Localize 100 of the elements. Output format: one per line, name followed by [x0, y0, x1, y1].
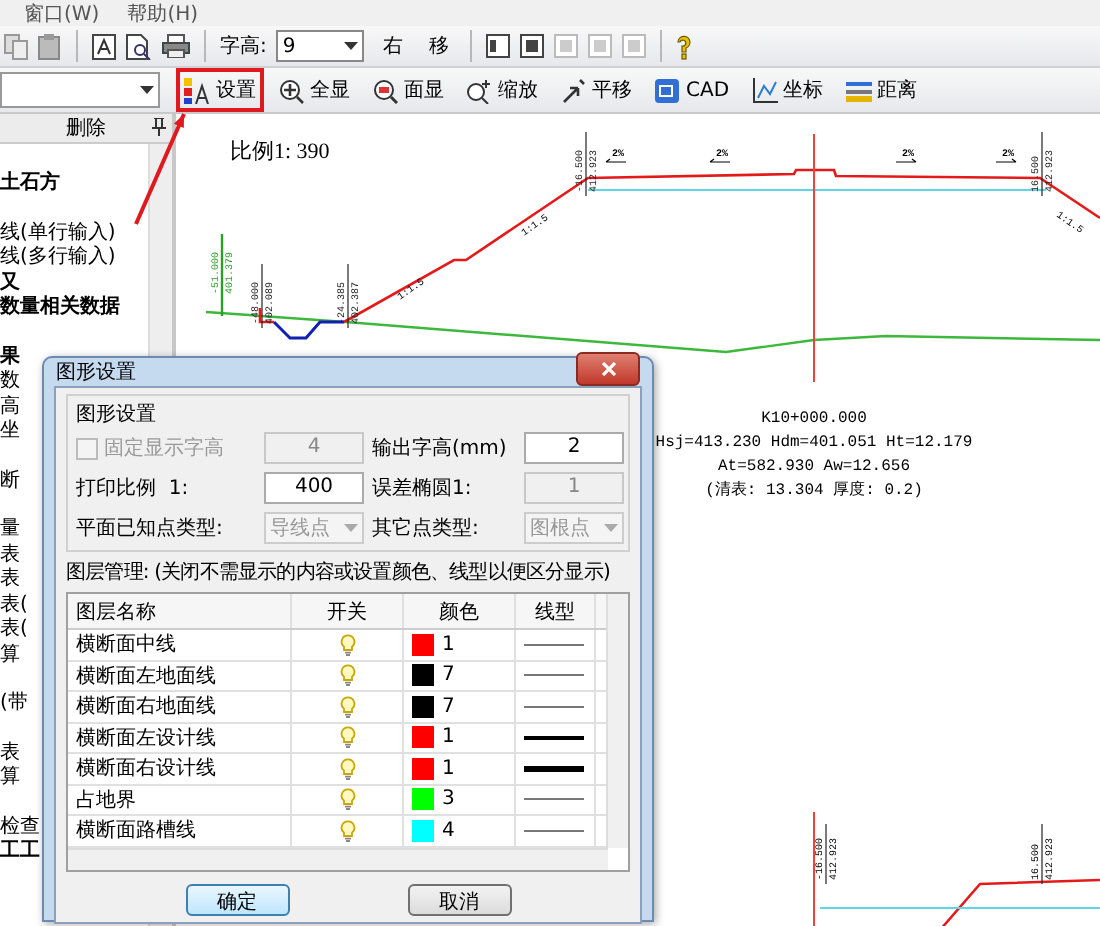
- checkbox-label: 固定显示字高: [104, 435, 224, 462]
- tree-item[interactable]: 高: [0, 395, 20, 420]
- font-height-combo[interactable]: 9: [276, 30, 365, 62]
- copy-icon[interactable]: [4, 33, 28, 59]
- dialog-button[interactable]: 确定: [185, 884, 289, 916]
- dropdown-caret-icon: [604, 524, 618, 532]
- scrollbar[interactable]: [68, 848, 608, 870]
- magnifier-plus-icon: [278, 77, 304, 103]
- toolbar-button[interactable]: 面显: [364, 68, 452, 112]
- field-label: 其它点类型:: [372, 515, 481, 542]
- close-button[interactable]: [576, 352, 640, 386]
- document-icon[interactable]: [92, 33, 116, 59]
- tree-item[interactable]: 表: [0, 568, 20, 593]
- lightbulb-icon[interactable]: [339, 695, 355, 718]
- square-icon: [654, 77, 680, 103]
- close-icon: [601, 362, 615, 376]
- color-index: 1: [442, 757, 455, 780]
- station-tick: [1041, 823, 1043, 885]
- table-cell: 横断面右设计线: [68, 754, 292, 783]
- tree-item[interactable]: 算: [0, 766, 20, 791]
- field-label: 输出字高(mm): [372, 435, 509, 462]
- menu-item[interactable]: 帮助(H): [127, 6, 199, 26]
- table-cell: 横断面左设计线: [68, 723, 292, 752]
- column-header[interactable]: 颜色: [404, 594, 516, 628]
- color-swatch[interactable]: [412, 695, 434, 718]
- color-swatch[interactable]: [412, 788, 434, 811]
- scrollbar[interactable]: [606, 594, 628, 848]
- table-cell: 横断面左地面线: [68, 661, 292, 690]
- layer-note: 图层管理: (关闭不需显示的内容或设置颜色、线型以便区分显示): [66, 559, 610, 586]
- dialog-button[interactable]: 取消: [407, 884, 511, 916]
- lightbulb-icon[interactable]: [339, 664, 355, 687]
- ruler-icon: [845, 77, 872, 103]
- tree-item[interactable]: 检查: [0, 815, 40, 840]
- color-swatch[interactable]: [412, 757, 434, 780]
- toolbar-button[interactable]: 移: [420, 24, 457, 68]
- printer-icon[interactable]: [162, 34, 190, 58]
- magnifier-icon: [466, 77, 492, 103]
- tree-item[interactable]: 数量相关数据: [0, 296, 120, 321]
- input-field[interactable]: 400: [264, 472, 364, 504]
- column-header[interactable]: 线型: [516, 594, 596, 628]
- color-swatch[interactable]: [412, 664, 434, 687]
- toolbar-button[interactable]: 坐标: [743, 68, 832, 112]
- tree-item[interactable]: 又: [0, 271, 20, 296]
- pin-icon[interactable]: [152, 118, 166, 136]
- print-preview-icon[interactable]: [126, 33, 152, 59]
- palette-icon: [184, 77, 210, 103]
- font-height-label: 字高:: [220, 33, 267, 60]
- lightbulb-icon[interactable]: [339, 633, 355, 656]
- color-swatch[interactable]: [412, 633, 434, 656]
- tree-item[interactable]: 表(: [0, 618, 28, 643]
- tree-item[interactable]: 工工: [0, 840, 40, 865]
- lightbulb-icon[interactable]: [339, 819, 355, 842]
- tree-item[interactable]: 表: [0, 543, 20, 568]
- tree-item[interactable]: 线(单行输入): [0, 221, 116, 246]
- toolbar-button[interactable]: 距离: [837, 68, 926, 112]
- toolbar-button[interactable]: 右: [374, 24, 411, 68]
- table-cell: 横断面路槽线: [68, 816, 292, 845]
- toolbar-button[interactable]: 设置: [176, 68, 264, 112]
- color-swatch[interactable]: [412, 819, 434, 842]
- table-cell: 横断面右地面线: [68, 692, 292, 721]
- tree-item[interactable]: 断: [0, 469, 20, 494]
- column-header[interactable]: 开关: [292, 594, 404, 628]
- window-layout-icon[interactable]: [486, 34, 511, 58]
- line-type-sample[interactable]: [524, 735, 584, 740]
- column-header[interactable]: 图层名称: [68, 594, 292, 628]
- color-swatch[interactable]: [412, 726, 434, 749]
- toolbar-button[interactable]: 全显: [270, 68, 358, 112]
- color-index: 1: [442, 633, 455, 656]
- toolbar-button[interactable]: CAD: [646, 69, 738, 111]
- tree-item[interactable]: (带: [0, 692, 28, 717]
- tree-item[interactable]: 线(多行输入): [0, 246, 116, 271]
- window-layout-icon[interactable]: [520, 34, 545, 58]
- lightbulb-icon[interactable]: [339, 757, 355, 780]
- section-info: (清表: 13.304 厚度: 0.2): [705, 482, 923, 500]
- tree-item[interactable]: 表: [0, 741, 20, 766]
- field-label: 误差椭圆1:: [372, 475, 474, 502]
- magnifier-icon: [372, 77, 398, 103]
- tree-item[interactable]: 量: [0, 518, 20, 543]
- lightbulb-icon[interactable]: [339, 726, 355, 749]
- toolbar-button[interactable]: 平移: [552, 68, 640, 112]
- color-index: 3: [442, 788, 455, 811]
- station-tick: [585, 131, 587, 197]
- lightbulb-icon[interactable]: [339, 788, 355, 811]
- color-index: 7: [442, 664, 455, 687]
- tree-item[interactable]: 表(: [0, 593, 28, 618]
- dropdown-caret-icon[interactable]: [140, 86, 154, 94]
- menu-item[interactable]: 窗口(W): [24, 6, 100, 26]
- tree-item[interactable]: 土石方: [0, 172, 60, 197]
- tree-item[interactable]: 坐: [0, 420, 20, 445]
- paste-icon[interactable]: [38, 33, 62, 59]
- station-tick: [1041, 131, 1043, 197]
- toolbar-button[interactable]: 缩放: [458, 68, 546, 112]
- dropdown-caret-icon[interactable]: [344, 42, 359, 50]
- tree-item[interactable]: 数: [0, 370, 20, 395]
- station-tick: [347, 263, 349, 329]
- help-icon[interactable]: [676, 33, 693, 59]
- input-field[interactable]: 2: [524, 432, 624, 464]
- tree-item[interactable]: 果: [0, 345, 20, 370]
- tree-item[interactable]: 算: [0, 643, 20, 668]
- station-tick: [220, 234, 224, 316]
